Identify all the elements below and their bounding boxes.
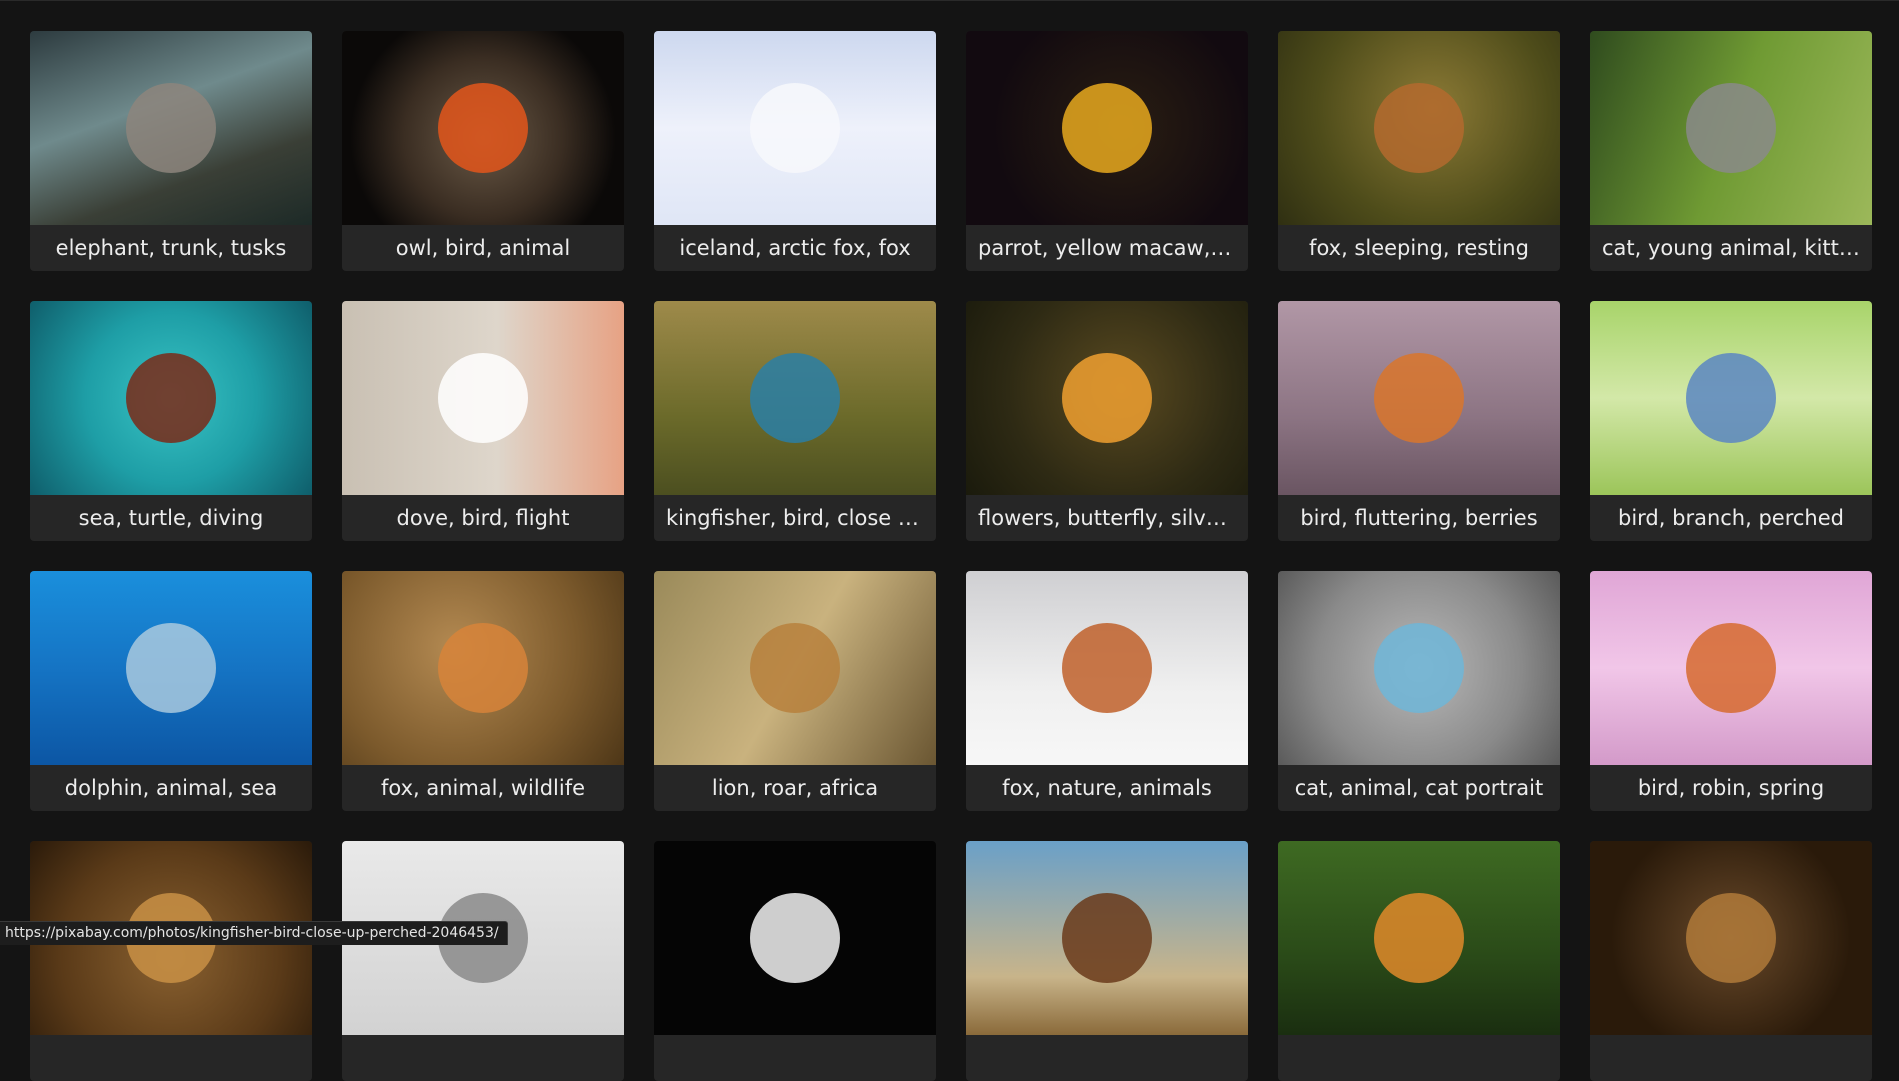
photo-subject — [1062, 623, 1152, 713]
image-thumbnail[interactable] — [30, 31, 312, 225]
image-thumbnail[interactable] — [30, 301, 312, 495]
image-caption[interactable]: bird, robin, spring — [1590, 765, 1872, 811]
image-card[interactable] — [966, 841, 1248, 1081]
image-caption[interactable]: dolphin, animal, sea — [30, 765, 312, 811]
image-card[interactable]: dove, bird, flight — [342, 301, 624, 541]
image-caption[interactable]: parrot, yellow macaw, bird — [966, 225, 1248, 271]
link-status-bar: https://pixabay.com/photos/kingfisher-bi… — [0, 921, 508, 945]
image-thumbnail[interactable] — [30, 571, 312, 765]
image-caption[interactable]: iceland, arctic fox, fox — [654, 225, 936, 271]
image-caption[interactable] — [30, 1035, 312, 1081]
image-thumbnail[interactable] — [1278, 571, 1560, 765]
photo-subject — [1686, 623, 1776, 713]
top-border — [0, 0, 1899, 1]
image-card[interactable] — [654, 841, 936, 1081]
image-card[interactable] — [1278, 841, 1560, 1081]
image-card[interactable]: kingfisher, bird, close up — [654, 301, 936, 541]
photo-subject — [750, 83, 840, 173]
photo-subject — [1374, 353, 1464, 443]
photo-subject — [438, 353, 528, 443]
image-caption[interactable]: flowers, butterfly, silver... — [966, 495, 1248, 541]
image-thumbnail[interactable] — [966, 301, 1248, 495]
image-caption[interactable] — [1590, 1035, 1872, 1081]
photo-subject — [126, 623, 216, 713]
photo-subject — [126, 83, 216, 173]
image-card[interactable] — [1590, 841, 1872, 1081]
image-thumbnail[interactable] — [1278, 301, 1560, 495]
image-thumbnail[interactable] — [654, 841, 936, 1035]
photo-subject — [1374, 623, 1464, 713]
image-card[interactable]: bird, robin, spring — [1590, 571, 1872, 811]
photo-subject — [750, 353, 840, 443]
photo-subject — [1062, 893, 1152, 983]
image-caption[interactable] — [654, 1035, 936, 1081]
photo-subject — [126, 353, 216, 443]
image-thumbnail[interactable] — [1590, 31, 1872, 225]
image-thumbnail[interactable] — [1590, 301, 1872, 495]
image-card[interactable]: parrot, yellow macaw, bird — [966, 31, 1248, 271]
image-thumbnail[interactable] — [1590, 841, 1872, 1035]
image-thumbnail[interactable] — [966, 571, 1248, 765]
photo-subject — [750, 893, 840, 983]
image-card[interactable] — [342, 841, 624, 1081]
image-thumbnail[interactable] — [966, 31, 1248, 225]
image-card[interactable]: lion, roar, africa — [654, 571, 936, 811]
image-caption[interactable]: sea, turtle, diving — [30, 495, 312, 541]
image-thumbnail[interactable] — [966, 841, 1248, 1035]
image-thumbnail[interactable] — [1278, 31, 1560, 225]
photo-subject — [1062, 83, 1152, 173]
image-card[interactable]: bird, branch, perched — [1590, 301, 1872, 541]
image-card[interactable]: flowers, butterfly, silver... — [966, 301, 1248, 541]
image-card[interactable]: cat, animal, cat portrait — [1278, 571, 1560, 811]
image-caption[interactable] — [342, 1035, 624, 1081]
image-caption[interactable]: kingfisher, bird, close up — [654, 495, 936, 541]
image-card[interactable] — [30, 841, 312, 1081]
image-thumbnail[interactable] — [1590, 571, 1872, 765]
image-thumbnail[interactable] — [1278, 841, 1560, 1035]
image-caption[interactable]: owl, bird, animal — [342, 225, 624, 271]
image-thumbnail[interactable] — [342, 571, 624, 765]
photo-subject — [438, 623, 528, 713]
image-caption[interactable]: dove, bird, flight — [342, 495, 624, 541]
photo-subject — [1062, 353, 1152, 443]
photo-subject — [1686, 893, 1776, 983]
image-card[interactable]: cat, young animal, kitten — [1590, 31, 1872, 271]
image-caption[interactable]: fox, animal, wildlife — [342, 765, 624, 811]
image-card[interactable]: sea, turtle, diving — [30, 301, 312, 541]
image-caption[interactable] — [966, 1035, 1248, 1081]
image-caption[interactable]: bird, branch, perched — [1590, 495, 1872, 541]
image-card[interactable]: owl, bird, animal — [342, 31, 624, 271]
photo-subject — [438, 83, 528, 173]
image-caption[interactable]: cat, animal, cat portrait — [1278, 765, 1560, 811]
image-caption[interactable]: bird, fluttering, berries — [1278, 495, 1560, 541]
photo-subject — [1374, 893, 1464, 983]
image-card[interactable]: fox, nature, animals — [966, 571, 1248, 811]
photo-subject — [1686, 83, 1776, 173]
image-card[interactable]: elephant, trunk, tusks — [30, 31, 312, 271]
image-card[interactable]: iceland, arctic fox, fox — [654, 31, 936, 271]
image-thumbnail[interactable] — [654, 31, 936, 225]
image-thumbnail[interactable] — [342, 301, 624, 495]
image-card[interactable]: dolphin, animal, sea — [30, 571, 312, 811]
image-caption[interactable]: lion, roar, africa — [654, 765, 936, 811]
image-card[interactable]: bird, fluttering, berries — [1278, 301, 1560, 541]
photo-subject — [1374, 83, 1464, 173]
image-caption[interactable]: cat, young animal, kitten — [1590, 225, 1872, 271]
image-card[interactable]: fox, animal, wildlife — [342, 571, 624, 811]
photo-subject — [1686, 353, 1776, 443]
photo-subject — [750, 623, 840, 713]
image-thumbnail[interactable] — [654, 301, 936, 495]
image-thumbnail[interactable] — [342, 31, 624, 225]
image-caption[interactable]: fox, nature, animals — [966, 765, 1248, 811]
image-caption[interactable]: elephant, trunk, tusks — [30, 225, 312, 271]
image-caption[interactable]: fox, sleeping, resting — [1278, 225, 1560, 271]
image-card[interactable]: fox, sleeping, resting — [1278, 31, 1560, 271]
image-thumbnail[interactable] — [654, 571, 936, 765]
image-caption[interactable] — [1278, 1035, 1560, 1081]
